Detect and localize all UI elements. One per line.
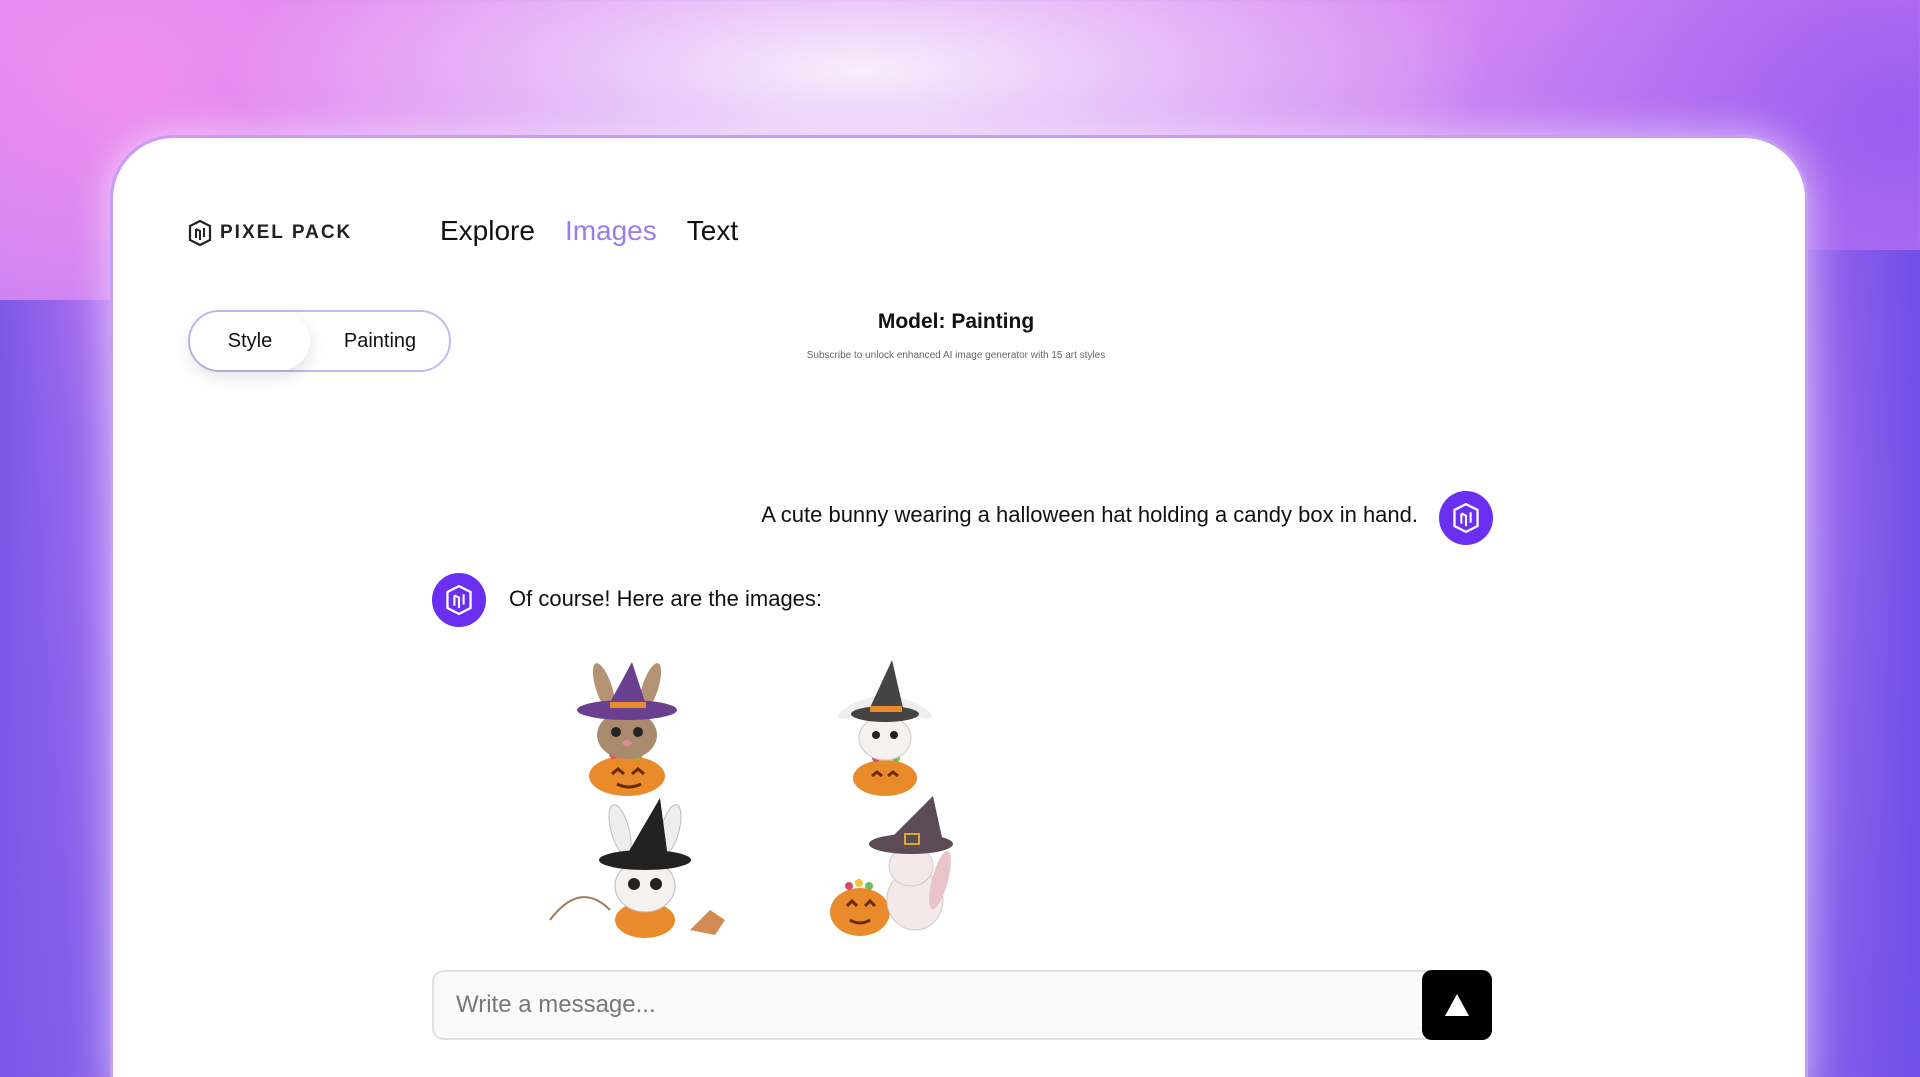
- pixel-pack-logo-icon: [1453, 503, 1479, 533]
- message-input[interactable]: [456, 972, 1416, 1038]
- send-button[interactable]: [1422, 970, 1492, 1040]
- send-arrow-icon: [1445, 994, 1469, 1016]
- generated-image-2[interactable]: [800, 650, 970, 800]
- user-avatar: [1439, 491, 1493, 545]
- brand-logo[interactable]: PIXEL PACK: [188, 220, 352, 246]
- message-composer: [432, 970, 1492, 1040]
- toggle-style[interactable]: Style: [190, 312, 310, 370]
- assistant-avatar: [432, 573, 486, 627]
- user-message: A cute bunny wearing a halloween hat hol…: [761, 502, 1418, 527]
- nav-explore[interactable]: Explore: [440, 215, 535, 247]
- toggle-painting[interactable]: Painting: [310, 312, 450, 370]
- model-subtitle: Subscribe to unlock enhanced AI image ge…: [806, 350, 1106, 361]
- pixel-pack-logo-icon: [188, 220, 212, 246]
- brand-name: PIXEL PACK: [220, 222, 353, 243]
- generated-image-1[interactable]: [552, 650, 722, 800]
- mode-toggle: Style Painting: [188, 310, 451, 372]
- pixel-pack-logo-icon: [446, 585, 472, 615]
- main-nav: Explore Images Text: [440, 215, 738, 247]
- nav-text[interactable]: Text: [687, 215, 738, 247]
- generated-image-4[interactable]: [815, 790, 995, 940]
- nav-images[interactable]: Images: [565, 215, 657, 247]
- model-title: Model: Painting: [877, 310, 1035, 333]
- generated-image-3[interactable]: [540, 790, 750, 940]
- assistant-message: Of course! Here are the images:: [509, 586, 823, 611]
